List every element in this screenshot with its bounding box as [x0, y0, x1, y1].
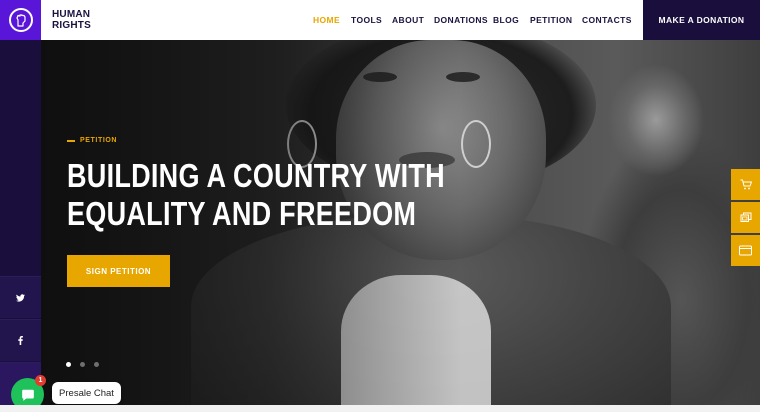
layers-tab[interactable]	[731, 202, 760, 233]
make-donation-button[interactable]: MAKE A DONATION	[643, 0, 760, 40]
browser-tab[interactable]	[731, 235, 760, 266]
hero-eyebrow: PETITION	[67, 137, 117, 144]
cart-tab[interactable]	[731, 169, 760, 200]
eyebrow-line	[67, 139, 75, 142]
chat-unread-badge: 1	[35, 375, 46, 386]
presale-chat-button[interactable]: Presale Chat	[52, 382, 121, 404]
sign-petition-button[interactable]: SIGN PETITION	[67, 255, 170, 287]
hero-headline: BUILDING A COUNTRY WITH EQUALITY AND FRE…	[67, 157, 445, 232]
nav-home[interactable]: HOME	[313, 15, 340, 25]
twitter-icon	[16, 293, 25, 302]
page: HUMAN RIGHTS HOME TOOLS ABOUT DONATIONS …	[0, 0, 760, 412]
chat-bubble-icon	[21, 389, 34, 401]
nav-blog[interactable]: BLOG	[493, 15, 519, 25]
nav-contacts[interactable]: CONTACTS	[582, 15, 632, 25]
facebook-icon	[18, 336, 23, 345]
logo[interactable]	[0, 0, 41, 40]
nav-petition[interactable]: PETITION	[530, 15, 572, 25]
browser-window-icon	[739, 245, 752, 256]
nav-donations[interactable]: DONATIONS	[434, 15, 488, 25]
slider-pagination	[66, 362, 99, 367]
cart-icon	[740, 179, 752, 190]
below-fold-strip	[0, 405, 760, 412]
site-header: HUMAN RIGHTS HOME TOOLS ABOUT DONATIONS …	[0, 0, 760, 40]
slide-dot-2[interactable]	[80, 362, 85, 367]
nav-tools[interactable]: TOOLS	[351, 15, 382, 25]
slide-dot-3[interactable]	[94, 362, 99, 367]
twitter-link[interactable]	[0, 276, 41, 318]
raised-fist-icon	[8, 8, 33, 32]
brand-name[interactable]: HUMAN RIGHTS	[52, 9, 102, 31]
nav-about[interactable]: ABOUT	[392, 15, 424, 25]
facebook-link[interactable]	[0, 319, 41, 361]
layers-icon	[740, 212, 751, 222]
slide-dot-1[interactable]	[66, 362, 71, 367]
